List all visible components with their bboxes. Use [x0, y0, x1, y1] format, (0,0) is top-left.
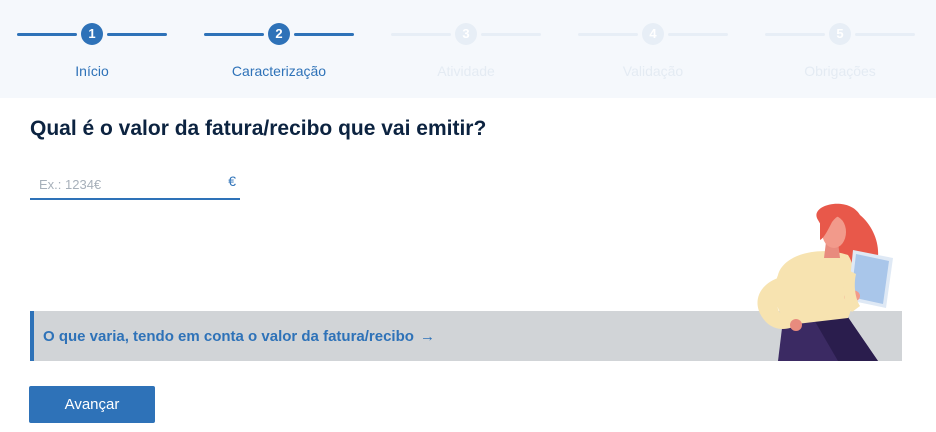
step-atividade: 3 Atividade	[374, 0, 561, 98]
info-link-label: O que varia, tendo em conta o valor da f…	[43, 328, 414, 345]
step-number-badge: 3	[455, 23, 477, 45]
invoice-amount-field[interactable]: €	[30, 168, 240, 200]
step-number-badge: 2	[268, 23, 290, 45]
step-connector	[668, 33, 728, 36]
step-connector	[17, 33, 77, 36]
step-inicio[interactable]: 1 Início	[0, 0, 187, 98]
step-number-badge: 4	[642, 23, 664, 45]
step-label: Atividade	[437, 63, 495, 79]
progress-stepper: 1 Início 2 Caracterização 3 Atividade 4 …	[0, 0, 936, 98]
step-connector	[107, 33, 167, 36]
step-label: Início	[75, 63, 109, 79]
info-link[interactable]: O que varia, tendo em conta o valor da f…	[43, 328, 435, 345]
step-connector	[855, 33, 915, 36]
next-button[interactable]: Avançar	[29, 386, 155, 423]
step-number-badge: 1	[81, 23, 103, 45]
step-number-badge: 5	[829, 23, 851, 45]
step-obrigacoes: 5 Obrigações	[748, 0, 935, 98]
arrow-right-icon: →	[419, 328, 435, 345]
step-label: Caracterização	[231, 63, 327, 79]
currency-symbol: €	[228, 173, 236, 189]
step-connector	[578, 33, 638, 36]
step-connector	[294, 33, 354, 36]
invoice-amount-input[interactable]	[37, 171, 221, 197]
step-connector	[765, 33, 825, 36]
woman-with-document-illustration	[757, 203, 893, 361]
step-connector	[481, 33, 541, 36]
step-label: Validação	[622, 63, 684, 79]
step-caracterizacao[interactable]: 2 Caracterização	[187, 0, 374, 98]
step-validacao: 4 Validação	[561, 0, 748, 98]
step-connector	[391, 33, 451, 36]
step-label: Obrigações	[804, 63, 876, 79]
step-connector	[204, 33, 264, 36]
question-title: Qual é o valor da fatura/recibo que vai …	[30, 117, 487, 140]
